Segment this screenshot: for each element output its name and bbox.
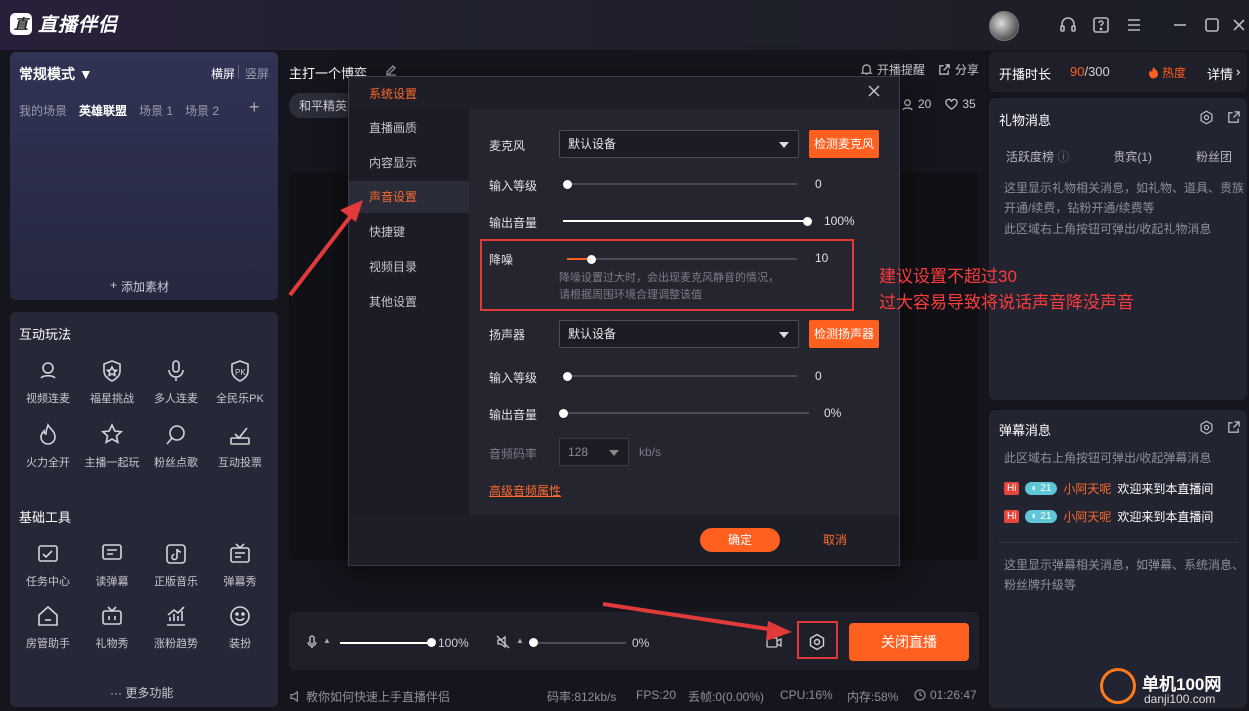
- annotation-arrows: [288, 200, 792, 641]
- watermark-url: danji100.com: [1144, 692, 1216, 706]
- watermark: 单机100网 danji100.com: [1098, 664, 1248, 710]
- annotation-line-2: 过大容易导致将说话声音降没声音: [879, 293, 1134, 312]
- annotation-line-1: 建议设置不超过30: [879, 267, 1017, 286]
- watermark-logo: [1100, 668, 1136, 704]
